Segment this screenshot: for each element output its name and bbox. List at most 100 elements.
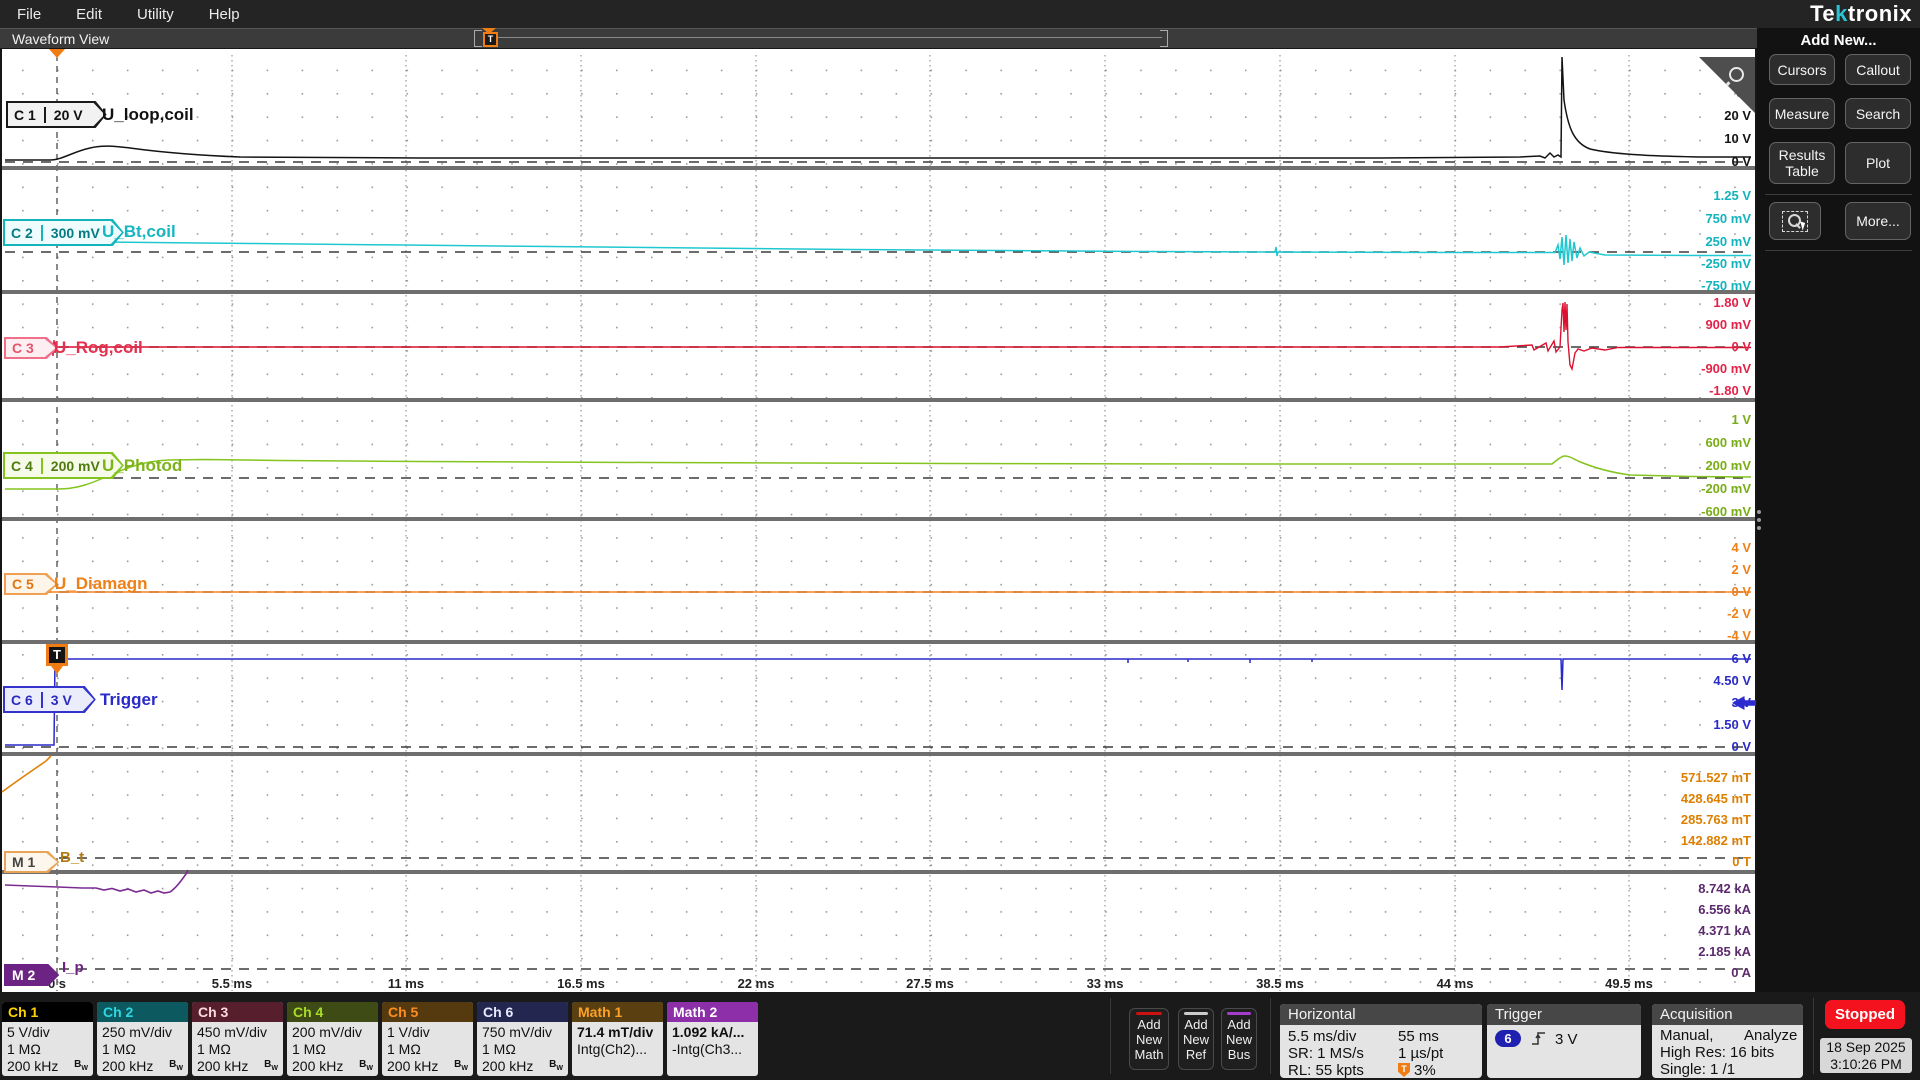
horizontal-trigger-position: 3%	[1414, 1062, 1436, 1078]
badge-ch6[interactable]: C 63 V	[3, 686, 96, 713]
label-math2[interactable]: I_p	[62, 959, 84, 976]
search-button[interactable]: Search	[1845, 98, 1911, 129]
menu-file[interactable]: File	[17, 6, 41, 23]
trigger-flag-icon: T	[1398, 1063, 1410, 1077]
trigger-level: 3 V	[1555, 1031, 1578, 1048]
ref-accent	[1184, 1012, 1208, 1015]
card-ch6-scale: 750 mV/div	[482, 1024, 568, 1041]
axis-ch1-2: 10 V	[1724, 131, 1751, 147]
trigger-source-marker[interactable]: T	[46, 644, 68, 666]
axis-math1-4: 0 T	[1732, 854, 1751, 870]
badge-ch1[interactable]: C 120 V	[6, 101, 107, 128]
acquisition-panel[interactable]: Acquisition Manual, Analyze High Res: 16…	[1652, 1004, 1803, 1078]
acquisition-analyze: Analyze	[1744, 1027, 1797, 1044]
channel-cards: Ch 1 5 V/div1 MΩ200 kHz BW Ch 2 250 mV/d…	[2, 1002, 762, 1076]
card-ch2[interactable]: Ch 2 250 mV/div1 MΩ200 kHz BW	[97, 1002, 188, 1076]
card-math1-scale: 71.4 mT/div	[577, 1024, 663, 1041]
card-ch6[interactable]: Ch 6 750 mV/div1 MΩ200 kHz BW	[477, 1002, 568, 1076]
label-ch6[interactable]: Trigger	[100, 690, 158, 710]
badge-ch3[interactable]: C 3	[4, 337, 58, 359]
badge-math1[interactable]: M 1	[4, 851, 59, 873]
bandwidth-limit-icon: BW	[549, 1059, 563, 1072]
card-ch1[interactable]: Ch 1 5 V/div1 MΩ200 kHz BW	[2, 1002, 93, 1076]
panel-splitter-handle[interactable]	[1757, 506, 1761, 534]
axis-math2-4: 0 A	[1731, 965, 1751, 981]
axis-ch4-3: -200 mV	[1701, 481, 1751, 497]
badge-math2[interactable]: M 2	[4, 964, 59, 986]
bandwidth-limit-icon: BW	[264, 1059, 278, 1072]
horizontal-scale: 5.5 ms/div	[1288, 1028, 1356, 1045]
results-table-button[interactable]: Results Table	[1769, 142, 1835, 184]
callout-button[interactable]: Callout	[1845, 54, 1911, 85]
card-ch4-scale: 200 mV/div	[292, 1024, 378, 1041]
label-ch4[interactable]: U_Photod	[102, 456, 182, 476]
card-ch3-title: Ch 3	[192, 1002, 283, 1022]
bandwidth-limit-icon: BW	[169, 1059, 183, 1072]
bus-accent	[1227, 1012, 1251, 1015]
expansion-trigger-icon[interactable]: T	[483, 32, 498, 47]
card-math1[interactable]: Math 1 71.4 mT/divIntg(Ch2)...	[572, 1002, 663, 1076]
run-stop-status[interactable]: Stopped	[1825, 1000, 1905, 1029]
axis-math2-1: 6.556 kA	[1698, 902, 1751, 918]
card-ch2-title: Ch 2	[97, 1002, 188, 1022]
time-label-6: 33 ms	[1070, 976, 1140, 991]
add-new-ref-button[interactable]: AddNewRef	[1178, 1008, 1214, 1070]
axis-ch6-4: 0 V	[1731, 739, 1751, 755]
menu-edit[interactable]: Edit	[76, 6, 102, 23]
card-ch4[interactable]: Ch 4 200 mV/div1 MΩ200 kHz BW	[287, 1002, 378, 1076]
label-math1[interactable]: B_t	[60, 849, 84, 866]
axis-math1-2: 285.763 mT	[1681, 812, 1751, 828]
axis-math2-0: 8.742 kA	[1698, 881, 1751, 897]
add-new-math-button[interactable]: AddNewMath	[1129, 1008, 1169, 1070]
datetime-display: 18 Sep 2025 3:10:26 PM	[1820, 1038, 1912, 1073]
acquisition-mode: Manual,	[1660, 1027, 1713, 1044]
horizontal-panel[interactable]: Horizontal 5.5 ms/div 55 ms SR: 1 MS/s 1…	[1280, 1004, 1482, 1078]
expansion-indicator-line	[496, 37, 1162, 38]
time-label-2: 11 ms	[371, 976, 441, 991]
add-new-panel: Add New... Cursors Callout Measure Searc…	[1757, 28, 1920, 992]
badge-ch1-id: C 1	[6, 107, 44, 123]
trigger-panel[interactable]: Trigger 6 3 V	[1487, 1004, 1641, 1078]
card-math2-expr: -Intg(Ch3...	[672, 1041, 758, 1058]
time-label-1: 5.5 ms	[197, 976, 267, 991]
badge-ch3-id: C 3	[4, 340, 42, 356]
card-ch5[interactable]: Ch 5 1 V/div1 MΩ200 kHz BW	[382, 1002, 473, 1076]
menu-help[interactable]: Help	[209, 6, 240, 23]
badge-ch2-id: C 2	[3, 225, 41, 241]
card-ch1-impedance: 1 MΩ	[7, 1041, 93, 1058]
axis-ch5-2: 0 V	[1731, 584, 1751, 600]
menu-utility[interactable]: Utility	[137, 6, 174, 23]
settings-bar: Ch 1 5 V/div1 MΩ200 kHz BW Ch 2 250 mV/d…	[0, 992, 1920, 1080]
expansion-right-bracket[interactable]	[1160, 30, 1168, 47]
card-ch5-impedance: 1 MΩ	[387, 1041, 473, 1058]
bandwidth-limit-icon: BW	[74, 1059, 88, 1072]
add-new-bus-button[interactable]: AddNewBus	[1221, 1008, 1257, 1070]
label-ch2[interactable]: U_Bt,coil	[102, 222, 176, 242]
card-ch5-scale: 1 V/div	[387, 1024, 473, 1041]
card-math2[interactable]: Math 2 1.092 kA/...-Intg(Ch3...	[667, 1002, 758, 1076]
more-button[interactable]: More...	[1845, 202, 1911, 240]
cursors-button[interactable]: Cursors	[1769, 54, 1835, 85]
plot-button[interactable]: Plot	[1845, 142, 1911, 184]
time-label-8: 44 ms	[1420, 976, 1490, 991]
trigger-position-triangle[interactable]	[49, 49, 65, 58]
date-text: 18 Sep 2025	[1820, 1039, 1912, 1056]
card-ch3[interactable]: Ch 3 450 mV/div1 MΩ200 kHz BW	[192, 1002, 283, 1076]
axis-ch2-2: 250 mV	[1705, 234, 1751, 250]
label-ch3[interactable]: U_Rog,coil	[54, 338, 143, 358]
label-ch1[interactable]: U_loop,coil	[102, 105, 194, 125]
badge-ch6-scale: 3 V	[41, 692, 80, 708]
zoom-select-button[interactable]	[1769, 202, 1821, 240]
trigger-source-badge: 6	[1495, 1030, 1521, 1047]
bottom-separator	[1110, 998, 1111, 1074]
badge-ch5[interactable]: C 5	[4, 573, 58, 595]
tektronix-logo: Tektronix	[1810, 1, 1912, 27]
measure-button[interactable]: Measure	[1769, 98, 1835, 129]
card-math1-title: Math 1	[572, 1002, 663, 1022]
axis-math2-2: 4.371 kA	[1698, 923, 1751, 939]
label-ch5[interactable]: U_Diamagn	[54, 574, 148, 594]
axis-ch4-4: -600 mV	[1701, 504, 1751, 520]
horizontal-sample-rate: SR: 1 MS/s	[1288, 1045, 1364, 1062]
tekscope-app: File Edit Utility Help Tektronix Wavefor…	[0, 0, 1920, 1080]
expansion-left-bracket[interactable]	[474, 30, 482, 47]
